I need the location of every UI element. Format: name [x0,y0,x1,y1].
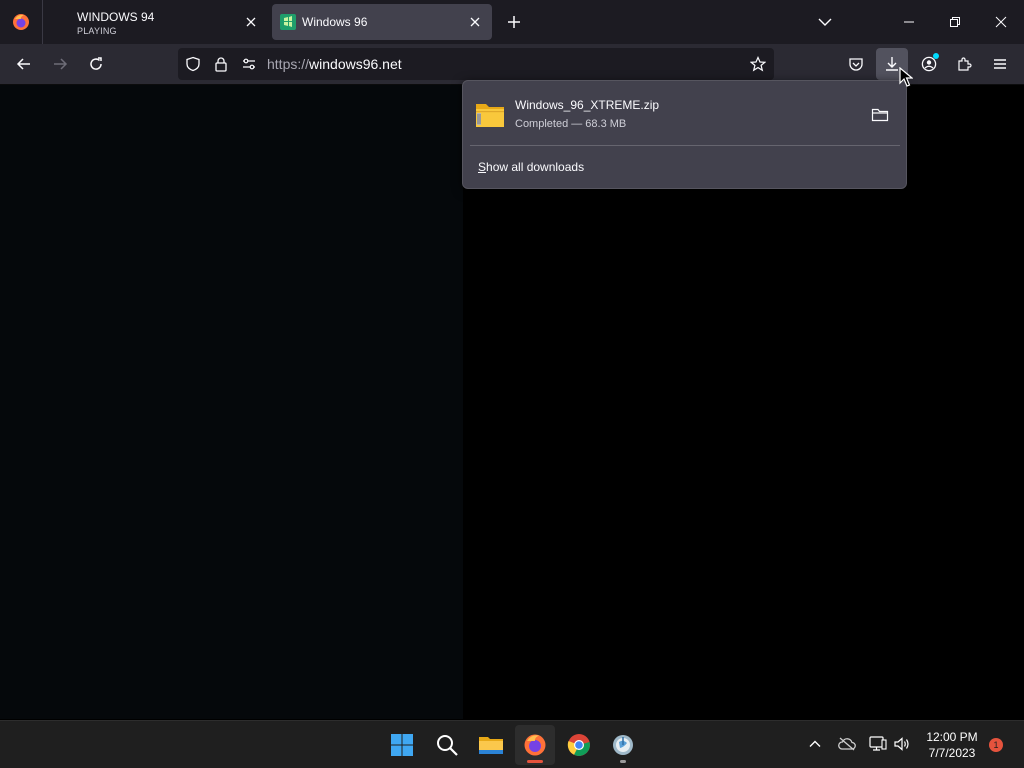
mouse-cursor-icon [899,67,913,87]
chevron-down-icon[interactable] [817,14,833,30]
taskbar: 12:00 PM 7/7/2023 1 [0,720,1024,768]
globe-app-icon [613,735,633,755]
back-button[interactable] [12,52,36,76]
lock-icon[interactable] [213,56,229,72]
open-folder-icon[interactable] [871,107,889,123]
new-tab-icon[interactable] [505,13,523,31]
firefox-icon [13,14,29,30]
close-icon[interactable] [244,15,258,29]
hamburger-menu-icon [994,59,1006,69]
download-icon [886,57,898,71]
url-host: windows96.net [309,56,402,72]
navigation-toolbar: https://windows96.net [0,44,1024,84]
tab-title: WINDOWS 94 [77,10,155,24]
bookmark-star-icon[interactable] [750,56,766,72]
firefox-taskbar-button[interactable] [515,725,555,765]
start-button[interactable] [382,725,422,765]
volume-button[interactable] [891,733,913,755]
download-status: Completed — 68.3 MB [515,118,627,130]
tab-title: Windows 96 [302,15,368,29]
extensions-button[interactable] [952,52,976,76]
chrome-icon [567,734,590,756]
speaker-icon [894,737,909,751]
url-bar[interactable]: https://windows96.net [178,48,774,80]
pocket-button[interactable] [844,52,868,76]
app-taskbar-button[interactable] [603,725,643,765]
onedrive-button[interactable] [836,733,858,755]
show-all-downloads-button[interactable]: Show all downloads [478,160,584,174]
clock-date: 7/7/2023 [928,746,976,760]
active-indicator [527,760,543,763]
account-badge-dot [933,53,939,59]
windows96-favicon-icon [280,14,296,30]
minimize-button[interactable] [886,0,932,44]
close-icon [995,16,1007,28]
search-button[interactable] [427,725,467,765]
arrow-left-icon [16,58,30,70]
file-explorer-button[interactable] [471,725,511,765]
cloud-offline-icon [838,737,856,751]
reload-icon [90,57,102,70]
search-icon [437,735,458,756]
minimize-icon [904,21,914,23]
download-file-name: Windows_96_XTREME.zip [515,98,660,112]
clock[interactable]: 12:00 PM 7/7/2023 [920,729,984,761]
tab-windows-94[interactable]: WINDOWS 94 PLAYING [48,4,268,40]
page-content[interactable] [0,85,463,719]
chrome-taskbar-button[interactable] [559,725,599,765]
restore-button[interactable] [932,0,978,44]
tab-playing-label: PLAYING [77,26,117,36]
app-menu-button[interactable] [988,52,1012,76]
reload-button[interactable] [84,52,108,76]
panel-divider [470,145,900,146]
close-icon[interactable] [468,15,482,29]
notification-badge[interactable]: 1 [989,738,1003,752]
url-text[interactable]: https://windows96.net [267,56,402,72]
forward-button[interactable] [48,52,72,76]
firefox-icon [524,734,546,756]
downloads-panel: Windows_96_XTREME.zip Completed — 68.3 M… [462,80,907,189]
shield-icon[interactable] [185,56,201,72]
tab-strip: WINDOWS 94 PLAYING Windows 96 [0,0,1024,44]
url-scheme: https:// [267,56,310,72]
network-icon [869,736,887,751]
zip-folder-icon [476,104,504,127]
tab-windows-96[interactable]: Windows 96 [272,4,492,40]
windows-start-icon [391,734,413,756]
show-hidden-icons-button[interactable] [804,733,826,755]
firefox-view-button[interactable] [0,0,42,44]
close-window-button[interactable] [978,0,1024,44]
permissions-icon[interactable] [241,56,257,72]
puzzle-icon [958,57,972,71]
running-indicator [620,760,626,763]
network-button[interactable] [867,733,889,755]
arrow-right-icon [54,58,68,70]
chevron-up-icon [809,740,821,747]
restore-icon [950,17,960,27]
folder-icon [479,737,503,754]
clock-time: 12:00 PM [926,730,978,744]
pocket-icon [849,58,863,71]
